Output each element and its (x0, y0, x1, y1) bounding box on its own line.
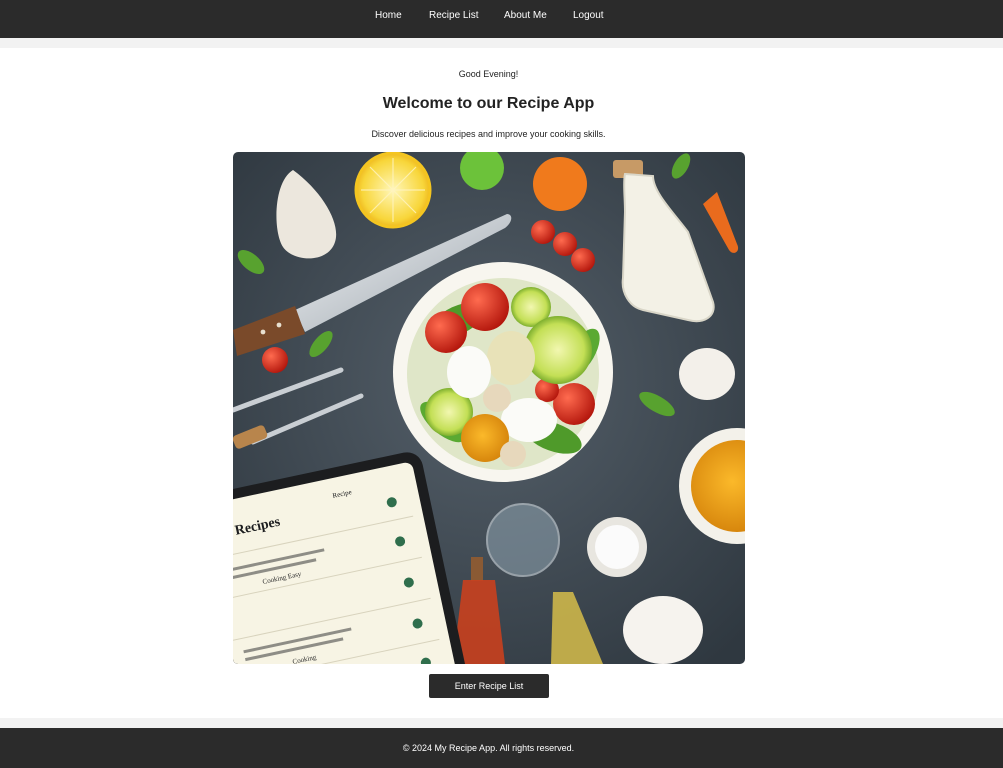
nav-recipe-list-link[interactable]: Recipe List (429, 10, 478, 21)
nav-home-link[interactable]: Home (375, 10, 402, 21)
hero-image: Recipes Recipe Cooking Easy Cooking (233, 152, 745, 664)
main-content: Good Evening! Welcome to our Recipe App … (0, 48, 1003, 718)
salad-bowl (393, 262, 613, 482)
orange (533, 157, 587, 211)
white-pumpkin (623, 596, 703, 664)
enter-recipe-list-button[interactable]: Enter Recipe List (429, 674, 549, 698)
cherry-tomato (553, 232, 577, 256)
page-title: Welcome to our Recipe App (382, 95, 595, 112)
salt-dish (587, 517, 647, 577)
footer: © 2024 My Recipe App. All rights reserve… (0, 728, 1003, 768)
cherry-tomato (262, 347, 288, 373)
food-illustration: Recipes Recipe Cooking Easy Cooking (233, 152, 745, 664)
nav-about-me-link[interactable]: About Me (504, 10, 547, 21)
footer-copyright: © 2024 My Recipe App. All rights reserve… (402, 743, 575, 753)
cherry-tomato (531, 220, 555, 244)
nav-logout-link[interactable]: Logout (573, 10, 604, 21)
page-subtitle: Discover delicious recipes and improve y… (371, 129, 606, 139)
glass-bowl (486, 503, 560, 577)
greeting-text: Good Evening! (458, 69, 519, 79)
garlic (679, 348, 735, 400)
navbar: Home Recipe List About Me Logout (0, 0, 1003, 38)
cherry-tomato (571, 248, 595, 272)
